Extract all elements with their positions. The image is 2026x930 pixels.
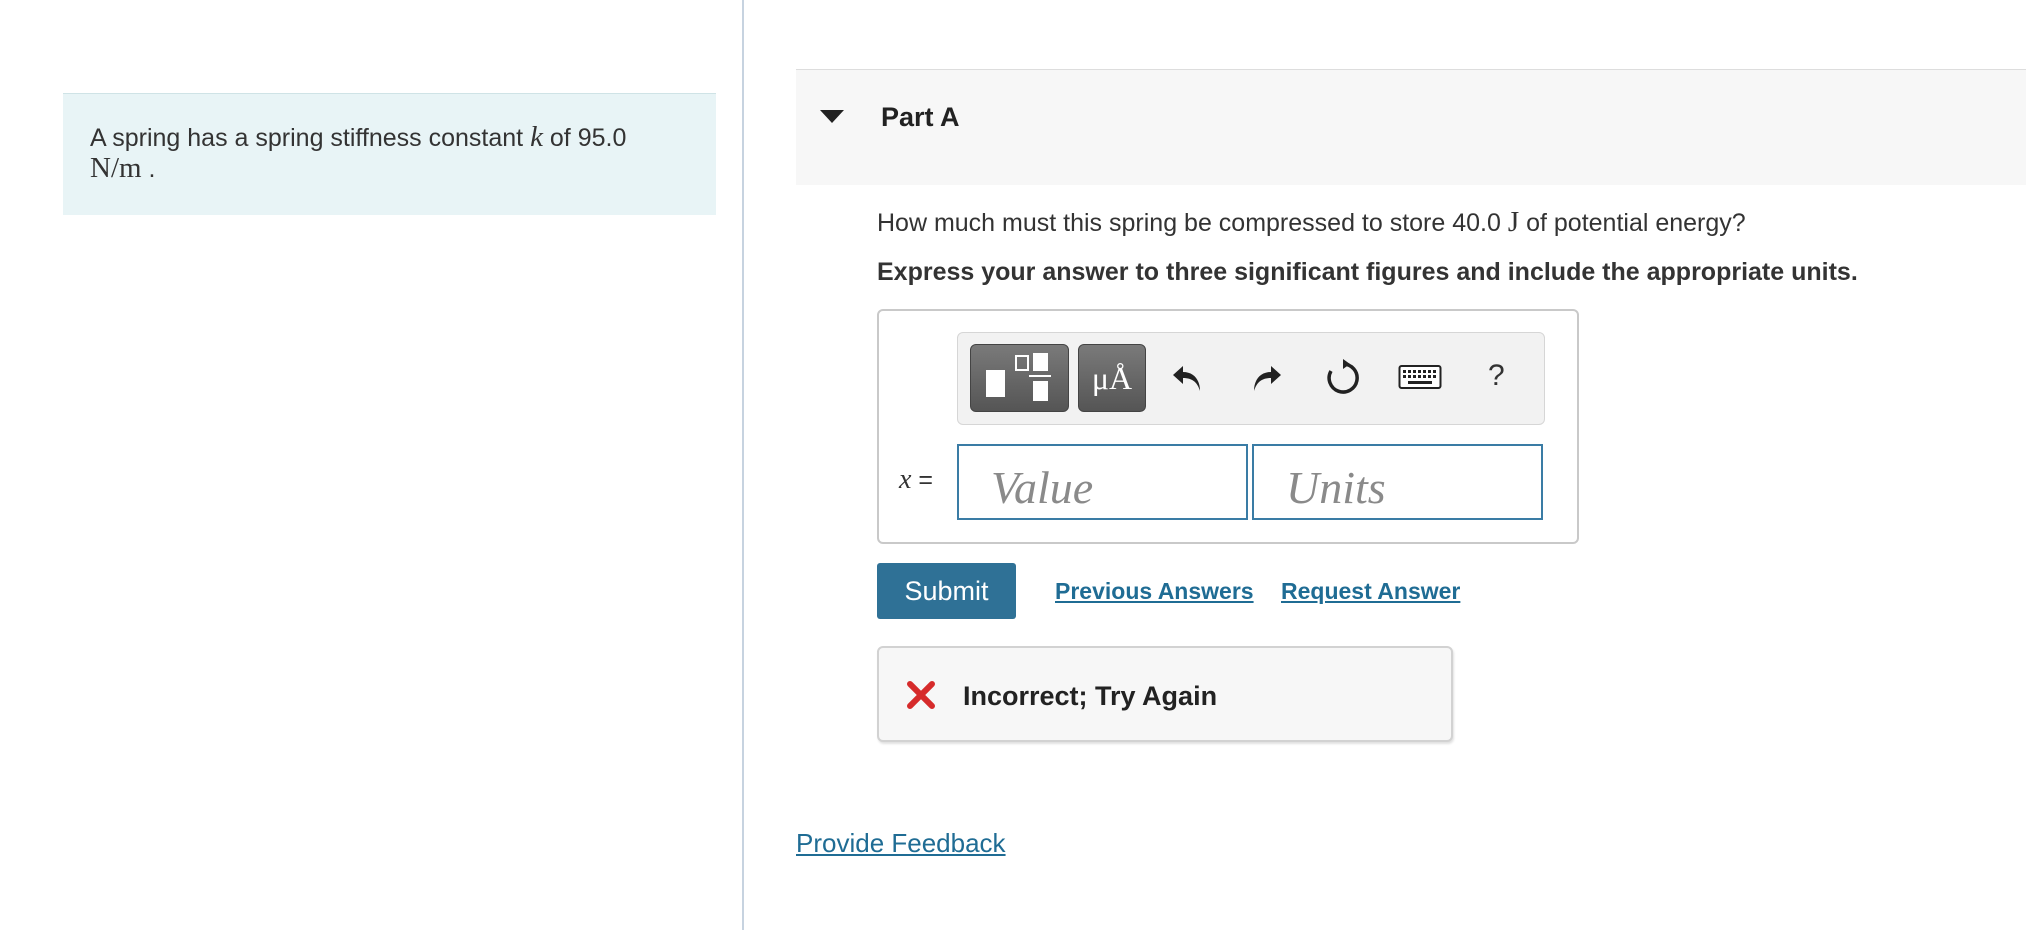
question-text-after: of potential energy? xyxy=(1519,209,1746,237)
collapse-caret-icon[interactable] xyxy=(820,110,844,123)
help-icon[interactable]: ? xyxy=(1488,359,1505,393)
previous-answers-link[interactable]: Previous Answers xyxy=(1055,578,1254,605)
intro-text: A spring has a spring stiffness constant xyxy=(90,124,531,152)
incorrect-x-icon xyxy=(907,681,935,709)
answer-box: μÅ ? x = xyxy=(877,309,1579,544)
intro-variable: k xyxy=(530,121,543,153)
equals-sign: = xyxy=(911,466,933,494)
keyboard-icon[interactable] xyxy=(1398,363,1442,393)
templates-icon[interactable] xyxy=(970,344,1069,412)
problem-intro: A spring has a spring stiffness constant… xyxy=(63,93,716,215)
feedback-text: Incorrect; Try Again xyxy=(963,681,1218,711)
units-input[interactable] xyxy=(1252,444,1543,520)
answer-variable-label: x = xyxy=(899,464,933,496)
answer-instruction: Express your answer to three significant… xyxy=(877,258,1858,286)
question-text-before: How much must this spring be compressed … xyxy=(877,209,1508,237)
intro-text-after: of 95.0 xyxy=(542,124,627,152)
math-toolbar: μÅ ? xyxy=(957,332,1545,425)
intro-unit: N/m xyxy=(90,152,142,184)
question-text: How much must this spring be compressed … xyxy=(877,206,1746,239)
panel-divider xyxy=(742,0,744,930)
reset-icon[interactable] xyxy=(1323,358,1363,398)
answer-variable: x xyxy=(899,464,912,495)
provide-feedback-link[interactable]: Provide Feedback xyxy=(796,828,1006,859)
intro-period: . xyxy=(141,155,156,183)
units-icon[interactable]: μÅ xyxy=(1078,344,1146,412)
value-input[interactable] xyxy=(957,444,1248,520)
part-header[interactable]: Part A xyxy=(796,69,2026,185)
submit-button[interactable]: Submit xyxy=(877,563,1016,619)
redo-icon[interactable] xyxy=(1245,358,1285,398)
part-title: Part A xyxy=(881,102,960,132)
question-unit: J xyxy=(1507,206,1520,238)
feedback-message-box: Incorrect; Try Again xyxy=(877,646,1453,742)
request-answer-link[interactable]: Request Answer xyxy=(1281,578,1460,605)
undo-icon[interactable] xyxy=(1169,358,1209,398)
